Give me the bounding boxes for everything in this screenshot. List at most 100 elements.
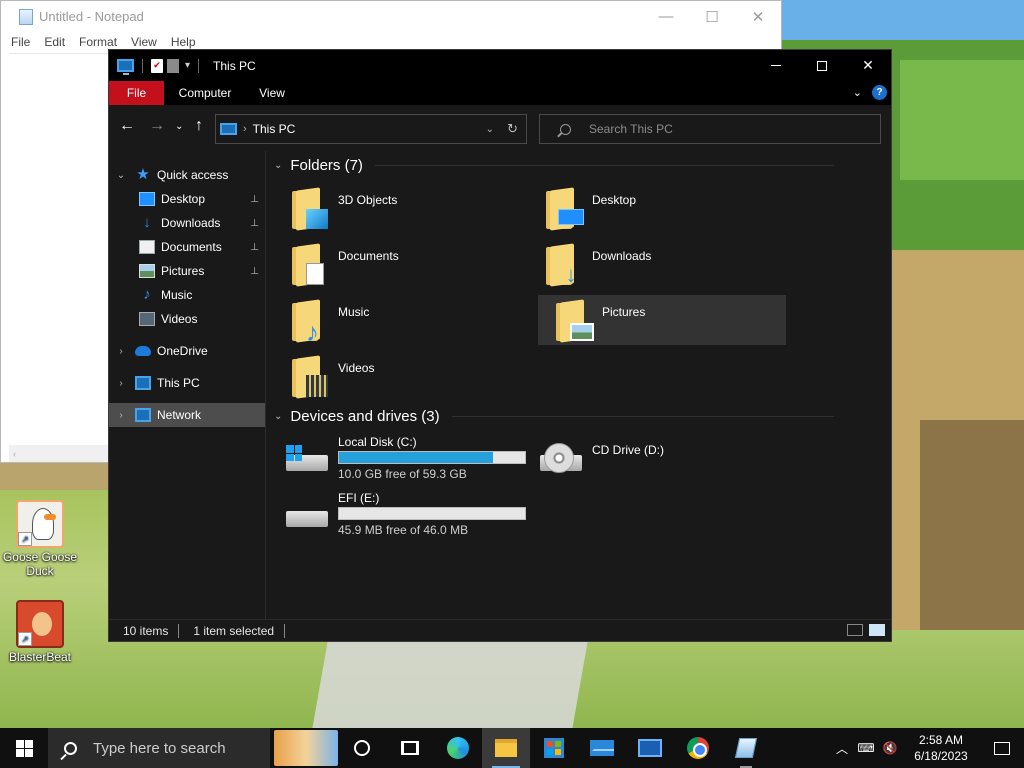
breadcrumb-this-pc[interactable]: This PC — [253, 122, 296, 136]
network-icon[interactable]: ⌨ — [854, 741, 878, 755]
task-view-button[interactable] — [386, 728, 434, 768]
notepad-menu-format[interactable]: Format — [79, 35, 117, 49]
recent-locations-chevron-icon[interactable]: ⌄ — [175, 121, 183, 132]
folder-tile-documents[interactable]: Documents — [274, 239, 522, 289]
desktop-shortcut-blasterbeat[interactable]: ↗ BlasterBeat — [0, 600, 80, 664]
nav-item-network[interactable]: › Network — [109, 403, 265, 427]
new-folder-icon[interactable] — [167, 58, 179, 73]
breadcrumb-separator-icon[interactable]: › — [243, 123, 247, 135]
notification-icon — [994, 741, 1010, 755]
details-view-button[interactable] — [847, 624, 863, 636]
expand-ribbon-chevron-icon[interactable]: ⌄ — [853, 86, 862, 99]
desktop-shortcut-goose-goose-duck[interactable]: ↗ Goose Goose Duck — [0, 500, 80, 578]
taskbar-app-mail[interactable] — [578, 728, 626, 768]
folder-tile-desktop[interactable]: Desktop — [528, 183, 776, 233]
taskbar-app-edge[interactable] — [434, 728, 482, 768]
tab-file[interactable]: File — [109, 81, 164, 105]
folder-tile-pictures[interactable]: Pictures — [538, 295, 786, 345]
folder-icon — [292, 243, 332, 287]
show-hidden-icons-chevron-icon[interactable]: ︿ — [830, 740, 854, 757]
expand-chevron-icon[interactable]: › — [115, 378, 127, 389]
downloads-icon: ↓ — [565, 262, 577, 287]
drive-tile-efi-e[interactable]: EFI (E:) 45.9 MB free of 46.0 MB — [266, 491, 526, 543]
folder-tile-music[interactable]: ♪ Music — [274, 295, 522, 345]
scroll-left-icon[interactable]: ‹ — [13, 449, 16, 459]
drive-tile-local-disk-c[interactable]: Local Disk (C:) 10.0 GB free of 59.3 GB — [266, 435, 526, 487]
nav-item-music[interactable]: ♪ Music — [109, 283, 265, 307]
volume-muted-icon[interactable]: 🔇 — [878, 741, 902, 755]
customize-toolbar-chevron-icon[interactable]: ▾ — [185, 60, 190, 71]
shortcut-arrow-icon: ↗ — [18, 632, 32, 646]
content-pane[interactable]: ⌄ Folders (7) 3D Objects Desktop Documen… — [266, 151, 891, 619]
close-button[interactable]: ✕ — [845, 50, 891, 81]
up-button[interactable]: ↑ — [195, 117, 203, 135]
nav-item-quick-access[interactable]: ⌄ ★ Quick access — [109, 163, 265, 187]
taskbar-app-file-explorer[interactable] — [482, 728, 530, 768]
folder-icon: ♪ — [292, 299, 332, 345]
drive-name: Local Disk (C:) — [338, 435, 417, 449]
notepad-menu-edit[interactable]: Edit — [44, 35, 65, 49]
taskbar-app-video-editor[interactable] — [626, 728, 674, 768]
maximize-button[interactable] — [799, 50, 845, 81]
notepad-close-button[interactable]: ✕ — [735, 1, 781, 32]
expand-chevron-icon[interactable]: › — [115, 410, 127, 421]
large-icons-view-button[interactable] — [869, 624, 885, 636]
notepad-minimize-button[interactable]: — — [643, 1, 689, 32]
nav-item-documents[interactable]: Documents ⊥ — [109, 235, 265, 259]
nav-item-label: Documents — [161, 240, 222, 254]
notepad-menu-view[interactable]: View — [131, 35, 157, 49]
drive-usage-fill — [339, 452, 494, 463]
drive-name: CD Drive (D:) — [592, 443, 664, 457]
notepad-titlebar[interactable]: Untitled - Notepad — ☐ ✕ — [1, 1, 781, 32]
nav-item-pictures[interactable]: Pictures ⊥ — [109, 259, 265, 283]
taskbar-app-chrome[interactable] — [674, 728, 722, 768]
collapse-chevron-icon[interactable]: ⌄ — [274, 160, 282, 171]
minimize-button[interactable] — [753, 50, 799, 81]
nav-item-desktop[interactable]: Desktop ⊥ — [109, 187, 265, 211]
tab-view[interactable]: View — [246, 81, 298, 105]
search-input[interactable]: Search This PC — [539, 114, 881, 144]
taskbar-app-notepad[interactable] — [722, 728, 770, 768]
taskbar-search-box[interactable]: Type here to search — [48, 728, 270, 768]
refresh-icon[interactable]: ↻ — [507, 121, 518, 137]
help-icon[interactable]: ? — [872, 85, 887, 100]
file-explorer-window[interactable]: ✔ ▾ This PC ✕ File Computer View ⌄ ? ← →… — [108, 49, 892, 642]
folder-tile-3d-objects[interactable]: 3D Objects — [274, 183, 522, 233]
nav-item-label: Music — [161, 288, 193, 302]
forward-button[interactable]: → — [149, 117, 165, 135]
notepad-menu-file[interactable]: File — [11, 35, 30, 49]
folder-tile-downloads[interactable]: ↓ Downloads — [528, 239, 776, 289]
search-highlights-image[interactable] — [274, 730, 338, 766]
properties-icon[interactable]: ✔ — [151, 58, 163, 73]
address-dropdown-chevron-icon[interactable]: ⌄ — [486, 124, 494, 135]
explorer-titlebar[interactable]: ✔ ▾ This PC ✕ — [109, 50, 891, 81]
action-center-button[interactable] — [980, 741, 1024, 755]
nav-item-onedrive[interactable]: › OneDrive — [109, 339, 265, 363]
desktop-background-block — [900, 60, 1024, 180]
taskbar-app-store[interactable] — [530, 728, 578, 768]
notepad-horizontal-scrollbar[interactable]: ‹ — [9, 445, 109, 462]
cortana-button[interactable] — [338, 728, 386, 768]
group-header-devices[interactable]: ⌄ Devices and drives (3) — [274, 408, 834, 425]
start-button[interactable] — [0, 728, 48, 768]
address-bar[interactable]: › This PC ⌄ ↻ — [215, 114, 527, 144]
back-button[interactable]: ← — [119, 117, 135, 135]
expand-chevron-icon[interactable]: › — [115, 346, 127, 357]
group-header-folders[interactable]: ⌄ Folders (7) — [274, 157, 834, 174]
folder-tile-videos[interactable]: Videos — [274, 351, 522, 401]
collapse-chevron-icon[interactable]: ⌄ — [115, 170, 127, 181]
collapse-chevron-icon[interactable]: ⌄ — [274, 411, 282, 422]
nav-item-videos[interactable]: Videos — [109, 307, 265, 331]
pin-icon: ⊥ — [250, 265, 259, 277]
notepad-maximize-button[interactable]: ☐ — [689, 1, 735, 32]
this-pc-icon — [135, 376, 151, 390]
taskbar-clock[interactable]: 2:58 AM 6/18/2023 — [902, 732, 980, 764]
notepad-menu-help[interactable]: Help — [171, 35, 196, 49]
video-editor-icon — [638, 739, 662, 757]
drive-tile-cd-drive-d[interactable]: CD Drive (D:) — [520, 435, 768, 487]
minimize-icon — [771, 65, 781, 66]
blasterbeat-icon: ↗ — [16, 600, 64, 648]
nav-item-downloads[interactable]: ↓ Downloads ⊥ — [109, 211, 265, 235]
tab-computer[interactable]: Computer — [164, 81, 246, 105]
nav-item-this-pc[interactable]: › This PC — [109, 371, 265, 395]
